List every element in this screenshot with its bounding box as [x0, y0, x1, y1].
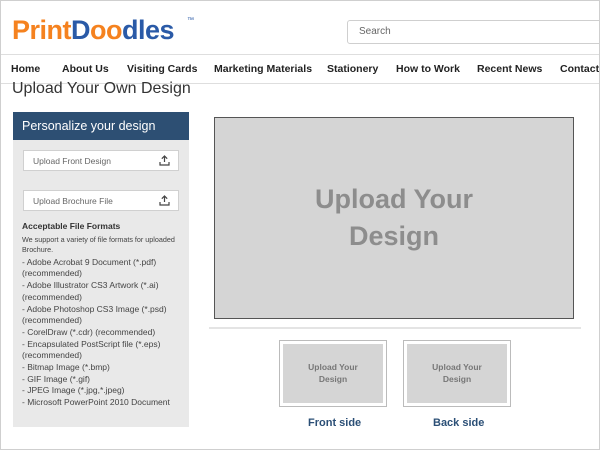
- file-formats-info: Acceptable File Formats We support a var…: [22, 221, 187, 409]
- format-item: - CorelDraw (*.cdr) (recommended): [22, 326, 156, 337]
- design-preview: Upload Your Design: [214, 117, 574, 319]
- preview-placeholder-text: Upload Your Design: [314, 184, 473, 251]
- nav-item-stationery[interactable]: Stationery: [327, 63, 378, 75]
- front-side-thumbnail[interactable]: Upload Your Design: [279, 340, 387, 407]
- panel-heading: Personalize your design: [13, 112, 189, 140]
- design-preview-area: Upload Your Design: [209, 113, 581, 329]
- upload-icon: [159, 195, 170, 206]
- upload-front-design-button[interactable]: Upload Front Design: [23, 150, 179, 171]
- page-frame: PrintDoodles ™ Home About Us Visiting Ca…: [0, 0, 600, 450]
- format-item: - GIF Image (*.gif): [22, 373, 91, 384]
- search-box[interactable]: [347, 20, 599, 44]
- logo-part-dles: dles: [122, 15, 175, 45]
- nav-item-about-us[interactable]: About Us: [62, 63, 109, 75]
- logo-part-print: Print: [12, 15, 72, 45]
- nav-item-marketing-materials[interactable]: Marketing Materials: [214, 63, 312, 75]
- search-input[interactable]: [357, 25, 591, 38]
- format-item: - Adobe Acrobat 9 Document (*.pdf) (reco…: [22, 256, 157, 279]
- back-side-label[interactable]: Back side: [433, 417, 484, 429]
- logo-trademark: ™: [187, 17, 194, 24]
- formats-heading: Acceptable File Formats: [22, 221, 121, 231]
- personalize-panel: Personalize your design Upload Front Des…: [13, 112, 189, 427]
- format-item: - Encapsulated PostScript file (*.eps) (…: [22, 338, 161, 361]
- page-title: Upload Your Own Design: [12, 80, 191, 97]
- logo-part-d: D: [71, 15, 91, 45]
- format-item: - JPEG Image (*.jpg,*.jpeg): [22, 385, 125, 396]
- nav-item-contact[interactable]: Contact: [560, 63, 599, 75]
- nav-item-how-to-work[interactable]: How to Work: [396, 63, 460, 75]
- format-item: - Microsoft PowerPoint 2010 Document: [22, 397, 170, 408]
- nav-item-visiting-cards[interactable]: Visiting Cards: [127, 63, 197, 75]
- format-item: - Adobe Illustrator CS3 Artwork (*.ai) (…: [22, 280, 159, 302]
- upload-brochure-label: Upload Brochure File: [33, 196, 113, 206]
- thumbnail-preview: Upload Your Design: [283, 344, 383, 403]
- logo-part-oo: oo: [90, 15, 123, 45]
- thumbnail-preview: Upload Your Design: [407, 344, 507, 403]
- thumbnail-text: Upload Your Design: [308, 362, 358, 384]
- upload-icon: [159, 155, 170, 166]
- front-side-label[interactable]: Front side: [308, 417, 361, 429]
- upload-brochure-file-button[interactable]: Upload Brochure File: [23, 190, 179, 211]
- formats-intro: We support a variety of file formats for…: [22, 234, 175, 255]
- format-item: - Bitmap Image (*.bmp): [22, 362, 110, 373]
- nav-item-home[interactable]: Home: [11, 63, 40, 75]
- back-side-thumbnail[interactable]: Upload Your Design: [403, 340, 511, 407]
- upload-front-label: Upload Front Design: [33, 156, 111, 166]
- thumbnail-text: Upload Your Design: [432, 362, 482, 384]
- brand-logo[interactable]: PrintDoodles ™: [12, 15, 194, 46]
- format-item: - Adobe Photoshop CS3 Image (*.psd) (rec…: [22, 303, 167, 326]
- nav-item-recent-news[interactable]: Recent News: [477, 63, 542, 75]
